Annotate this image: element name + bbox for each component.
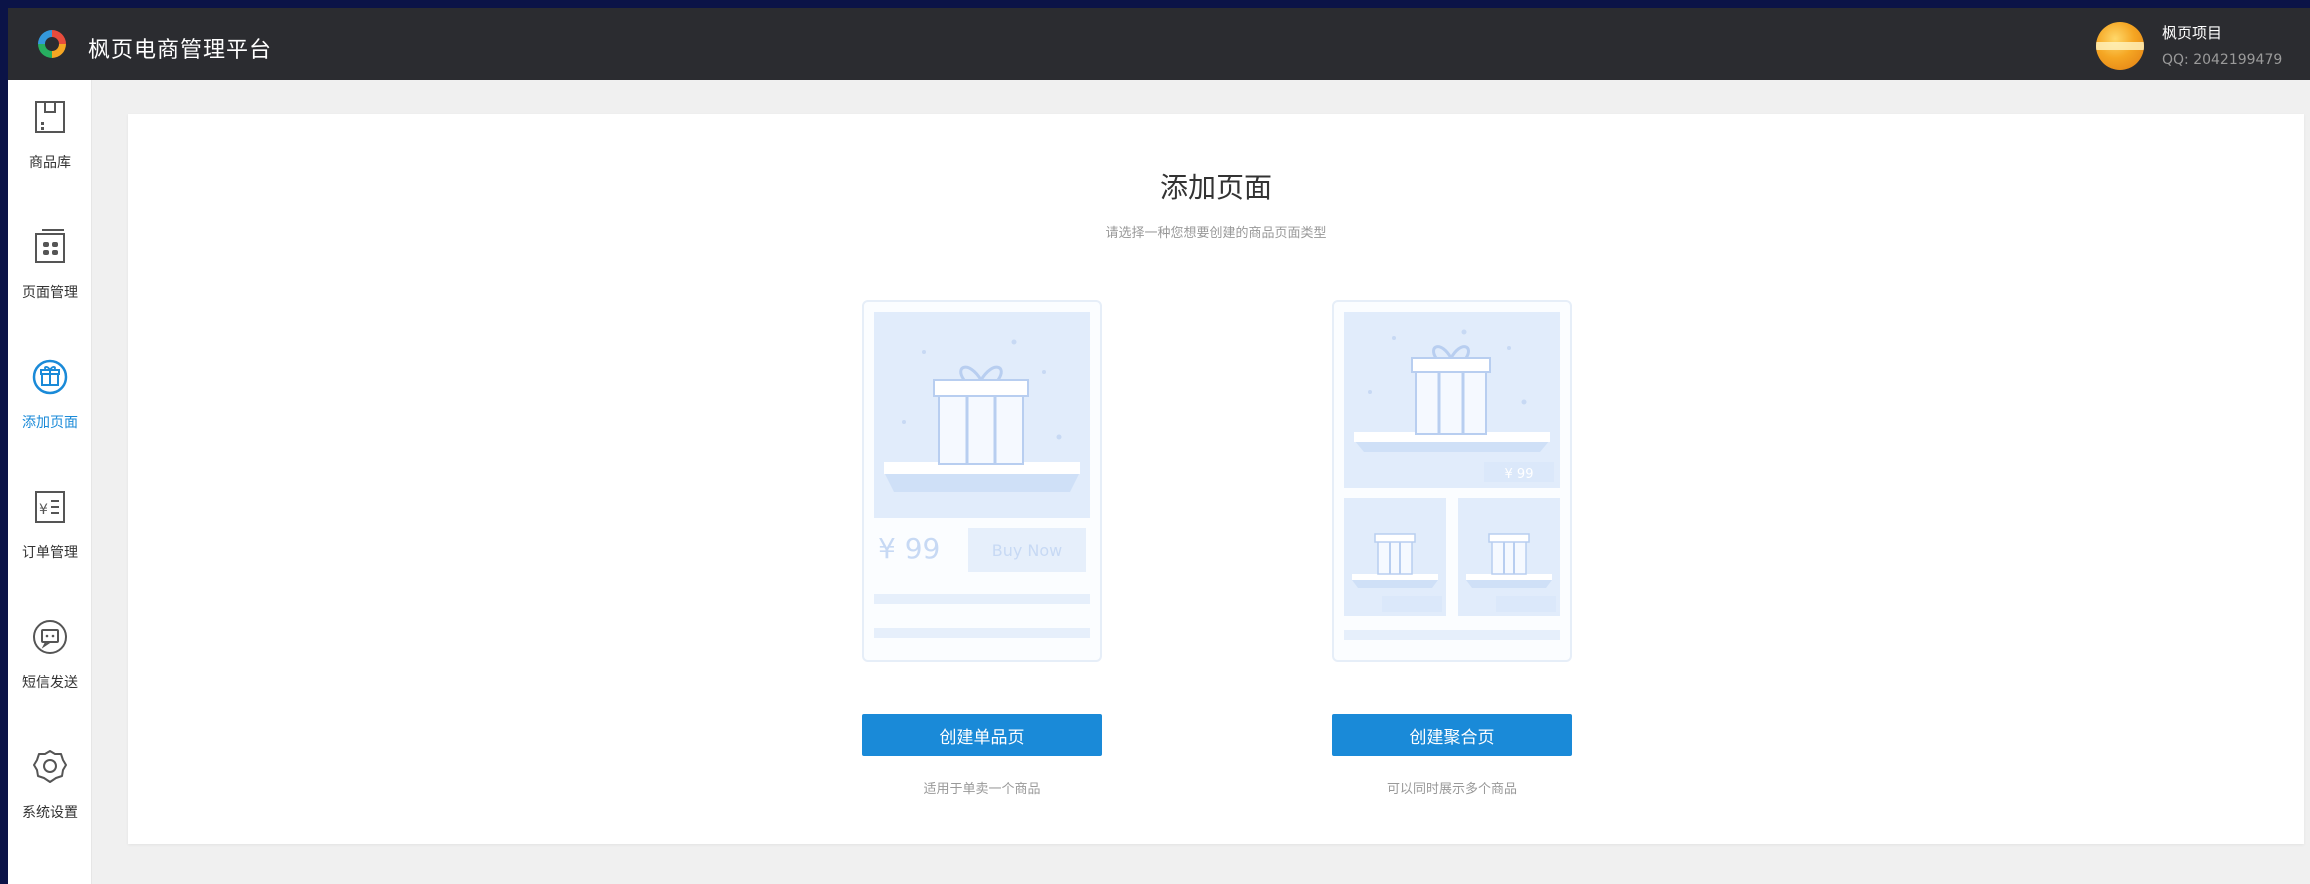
sidebar-item-label: 系统设置 (22, 805, 78, 821)
page-subtitle: 请选择一种您想要创建的商品页面类型 (1105, 226, 1327, 241)
order-management-icon: ¥ (35, 491, 65, 523)
sidebar-item-label: 商品库 (29, 155, 71, 171)
aggregate-page-illustration: ¥ 99 (1344, 312, 1560, 640)
top-bar: 枫页电商管理平台 枫页项目 QQ: 2042199479 (8, 8, 2310, 80)
logo-icon (38, 30, 66, 58)
sidebar-item-page-management[interactable]: 页面管理 (8, 226, 92, 336)
user-avatar[interactable] (2096, 22, 2144, 70)
sidebar-item-add-page[interactable]: 添加页面 (8, 356, 92, 466)
app-title: 枫页电商管理平台 (88, 38, 273, 63)
product-library-icon (35, 101, 65, 133)
sidebar-item-label: 添加页面 (22, 415, 78, 431)
preview-price: ¥ 99 (1505, 467, 1534, 482)
sidebar-item-order-management[interactable]: ¥ 订单管理 (8, 486, 92, 596)
sidebar-item-product-library[interactable]: 商品库 (8, 96, 92, 206)
app-window: 枫页电商管理平台 枫页项目 QQ: 2042199479 商品库 页面管理 添加… (8, 8, 2310, 884)
add-page-panel: 添加页面 请选择一种您想要创建的商品页面类型 ¥ 99 Buy Now 创建单品… (128, 114, 2304, 844)
user-qq: QQ: 2042199479 (2162, 52, 2283, 68)
user-name[interactable]: 枫页项目 (2162, 22, 2222, 43)
preview-price: ¥ 99 (878, 532, 940, 565)
aggregate-page-preview[interactable]: ¥ 99 (1332, 300, 1572, 662)
single-page-description: 适用于单卖一个商品 (923, 782, 1041, 797)
add-page-icon (32, 359, 68, 395)
sidebar-item-label: 页面管理 (22, 285, 78, 301)
svg-text:¥: ¥ (39, 502, 48, 518)
create-aggregate-page-button[interactable]: 创建聚合页 (1332, 714, 1572, 756)
sidebar-item-label: 短信发送 (22, 675, 78, 691)
single-page-preview[interactable]: ¥ 99 Buy Now (862, 300, 1102, 662)
sms-icon (33, 620, 67, 654)
aggregate-page-description: 可以同时展示多个商品 (1386, 782, 1517, 797)
preview-buy-button: Buy Now (992, 541, 1063, 560)
page-title: 添加页面 (1159, 171, 1272, 204)
single-page-illustration: ¥ 99 Buy Now (874, 312, 1090, 638)
sidebar-item-settings[interactable]: 系统设置 (8, 746, 92, 856)
sidebar-item-label: 订单管理 (22, 545, 78, 561)
sidebar: 商品库 页面管理 添加页面 ¥ 订单管理 短信发送 系统设置 (8, 80, 92, 884)
create-single-page-button[interactable]: 创建单品页 (862, 714, 1102, 756)
sidebar-item-sms[interactable]: 短信发送 (8, 616, 92, 726)
page-management-icon (35, 229, 65, 263)
settings-icon (33, 750, 67, 783)
